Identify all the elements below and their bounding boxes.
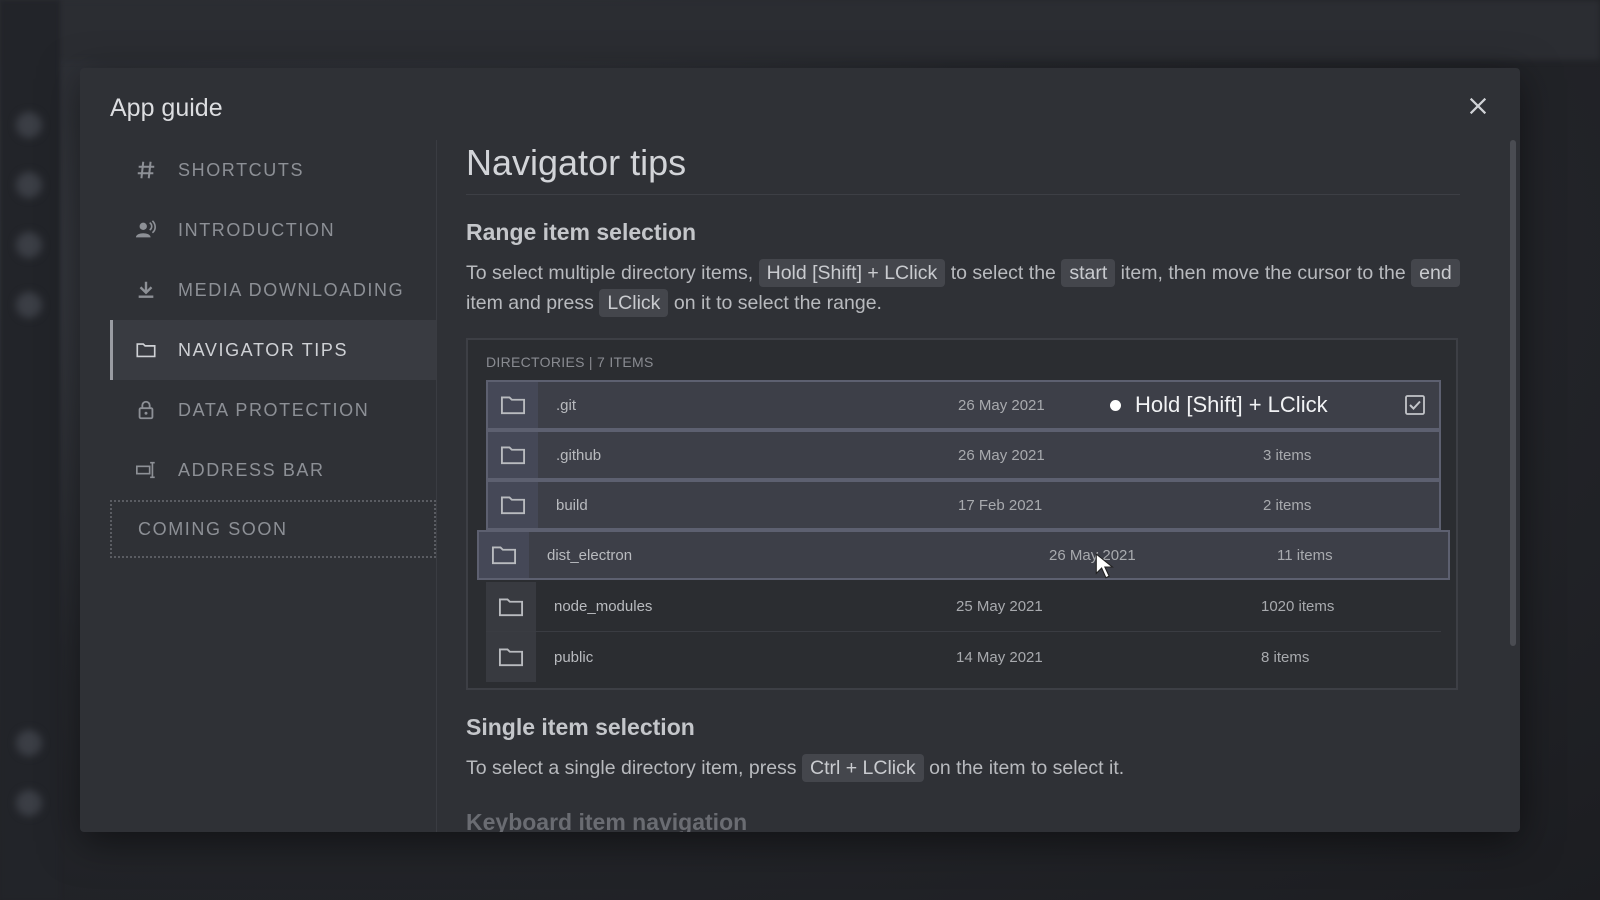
row-name: public (554, 648, 594, 666)
row-date: 26 May 2021 (958, 396, 1045, 414)
person-voice-icon (134, 218, 158, 242)
table-row[interactable]: build 17 Feb 2021 2 items (486, 480, 1441, 530)
sidebar-item-label: ADDRESS BAR (178, 459, 325, 480)
row-name: build (556, 496, 588, 514)
row-count: 1020 items (1261, 598, 1335, 615)
text-span: item, then move the cursor to the (1120, 262, 1406, 284)
folder-icon (488, 432, 538, 478)
hash-icon (134, 158, 158, 182)
range-selection-heading: Range item selection (466, 219, 697, 245)
sidebar-item-data-protection[interactable]: DATA PROTECTION (110, 380, 436, 440)
text-span: on it to select the range. (673, 292, 882, 314)
text-span: on the item to select it. (929, 757, 1125, 779)
single-selection-text: To select a single directory item, press… (466, 753, 1460, 783)
sidebar-item-label: INTRODUCTION (178, 219, 336, 240)
sidebar-item-navigator-tips[interactable]: NAVIGATOR TIPS (110, 320, 436, 380)
range-selection-demo: DIRECTORIES | 7 ITEMS .git 26 May 2021 H… (466, 338, 1458, 690)
dialog-title: App guide (110, 94, 223, 122)
row-name: .github (556, 446, 602, 464)
sidebar-item-introduction[interactable]: INTRODUCTION (110, 200, 436, 260)
shortcut-badge: Hold [Shift] + LClick (758, 259, 946, 287)
table-row[interactable]: dist_electron 26 May 2021 11 items (477, 530, 1450, 580)
table-row[interactable]: node_modules 25 May 2021 1020 items (486, 582, 1441, 632)
row-name: dist_electron (547, 546, 633, 564)
row-date: 14 May 2021 (956, 648, 1043, 666)
directories-header: DIRECTORIES | 7 ITEMS (486, 354, 654, 370)
row-count: 3 items (1263, 446, 1312, 464)
text-span: to select the (950, 262, 1056, 284)
shortcut-badge: Ctrl + LClick (801, 754, 924, 782)
text-span: To select a single directory item, press (466, 757, 797, 779)
app-guide-dialog: App guide SHORTCUTS INTRODUCTION MEDIA D… (80, 68, 1520, 832)
guide-sidebar: SHORTCUTS INTRODUCTION MEDIA DOWNLOADING… (110, 140, 437, 832)
background-icon (16, 232, 42, 258)
sidebar-item-label: MEDIA DOWNLOADING (178, 279, 405, 300)
row-count: 11 items (1277, 546, 1333, 564)
single-selection-heading: Single item selection (466, 714, 695, 740)
folder-icon (134, 338, 158, 362)
row-date: 25 May 2021 (956, 598, 1043, 615)
guide-content: Navigator tips Range item selection To s… (466, 140, 1460, 832)
sidebar-item-media-downloading[interactable]: MEDIA DOWNLOADING (110, 260, 436, 320)
row-name: node_modules (554, 598, 653, 615)
download-icon (134, 278, 158, 302)
background-icon (16, 790, 42, 816)
background-icon (16, 730, 42, 756)
shortcut-badge: LClick (599, 289, 669, 317)
hint-text: Hold [Shift] + LClick (1135, 392, 1328, 417)
folder-icon (479, 532, 529, 578)
address-bar-icon (134, 458, 158, 482)
background-icon (16, 112, 42, 138)
row-date: 26 May 2021 (1049, 546, 1136, 564)
row-date: 26 May 2021 (958, 446, 1045, 464)
checkbox-checked-icon[interactable] (1403, 393, 1427, 417)
folder-icon (488, 482, 538, 528)
close-button[interactable] (1462, 90, 1494, 122)
shortcut-badge: end (1411, 259, 1460, 287)
row-count: 2 items (1263, 496, 1312, 514)
text-span: To select multiple directory items, (466, 262, 754, 284)
dot-icon (1110, 399, 1121, 411)
close-icon (1469, 97, 1487, 115)
row-count: 8 items (1261, 648, 1310, 666)
sidebar-item-label: DATA PROTECTION (178, 399, 370, 420)
keyboard-navigation-heading: Keyboard item navigation (466, 809, 748, 832)
table-row[interactable]: .github 26 May 2021 3 items (486, 430, 1441, 480)
shortcut-badge: start (1061, 259, 1116, 287)
folder-icon (488, 382, 538, 428)
row-date: 17 Feb 2021 (958, 496, 1043, 514)
page-title: Navigator tips (466, 140, 1460, 195)
background-icon (16, 172, 42, 198)
folder-icon (486, 582, 536, 631)
sidebar-item-address-bar[interactable]: ADDRESS BAR (110, 440, 436, 500)
row-name: .git (556, 396, 577, 414)
background-top-bar (0, 0, 1600, 60)
table-row[interactable]: .git 26 May 2021 Hold [Shift] + LClick (486, 380, 1441, 430)
sidebar-coming-soon: COMING SOON (110, 500, 436, 558)
folder-icon (486, 632, 536, 682)
text-span: item and press (466, 292, 594, 314)
mouse-cursor-icon (1095, 553, 1114, 579)
lock-icon (134, 398, 158, 422)
sidebar-item-label: NAVIGATOR TIPS (178, 339, 349, 360)
sidebar-item-label: SHORTCUTS (178, 159, 305, 180)
range-selection-text: To select multiple directory items, Hold… (466, 258, 1460, 318)
content-scrollbar[interactable] (1510, 140, 1516, 646)
table-row[interactable]: public 14 May 2021 8 items (486, 632, 1441, 682)
sidebar-item-shortcuts[interactable]: SHORTCUTS (110, 140, 436, 200)
background-icon (16, 292, 42, 318)
hint-label: Hold [Shift] + LClick (1110, 392, 1328, 418)
